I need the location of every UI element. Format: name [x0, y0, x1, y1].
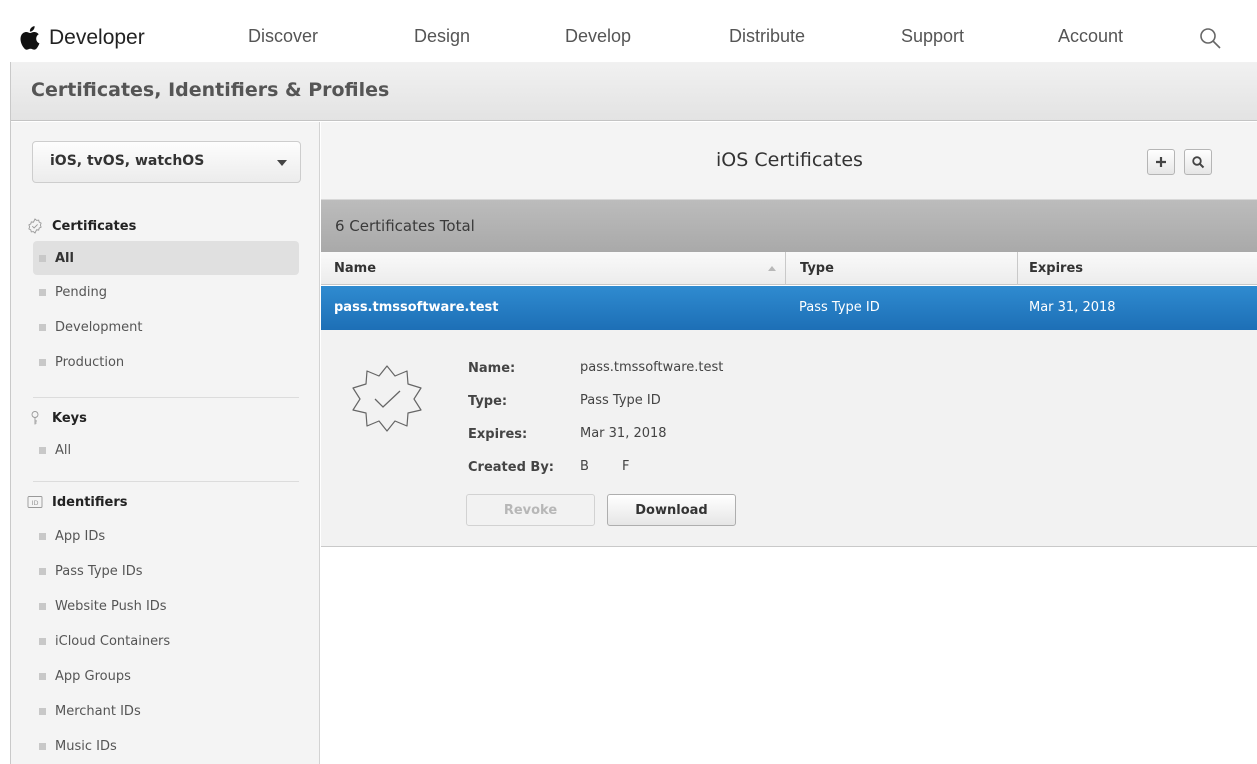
add-certificate-button[interactable]	[1147, 149, 1175, 175]
column-separator	[1017, 252, 1018, 285]
search-icon[interactable]	[1197, 25, 1223, 51]
brand-label: Developer	[49, 26, 145, 49]
sidebar-item-certificates-all[interactable]: All	[33, 241, 299, 275]
certificate-badge-icon	[352, 365, 422, 432]
detail-created-value: B F	[580, 459, 630, 474]
bullet	[39, 358, 46, 366]
sidebar-item-label: All	[55, 442, 72, 458]
bullet	[39, 254, 46, 262]
search-certificates-button[interactable]	[1184, 149, 1212, 175]
search-icon	[1192, 156, 1205, 169]
content-header: iOS Certificates	[321, 122, 1257, 200]
sidebar-item-development[interactable]: Development	[33, 310, 299, 344]
section-identifiers: ID Identifiers	[27, 492, 128, 512]
divider	[33, 397, 299, 398]
nav-distribute[interactable]: Distribute	[729, 26, 805, 47]
sidebar-item-label: Website Push IDs	[55, 598, 167, 614]
bullet	[39, 288, 46, 296]
column-type[interactable]: Type	[800, 252, 834, 285]
sidebar-item-app-groups[interactable]: App Groups	[33, 659, 299, 693]
row-name: pass.tmssoftware.test	[334, 300, 499, 315]
detail-expires-label: Expires:	[468, 427, 528, 442]
apple-logo-icon	[20, 26, 40, 50]
sidebar-item-pending[interactable]: Pending	[33, 275, 299, 309]
section-keys: Keys	[27, 408, 87, 428]
sidebar-item-label: Music IDs	[55, 738, 117, 754]
nav-design[interactable]: Design	[414, 26, 470, 47]
certificates-total: 6 Certificates Total	[335, 217, 475, 235]
sidebar-item-merchant-ids[interactable]: Merchant IDs	[33, 694, 299, 728]
certificate-icon	[28, 218, 42, 234]
column-separator	[785, 252, 786, 285]
content-title: iOS Certificates	[716, 149, 863, 171]
nav-develop[interactable]: Develop	[565, 26, 631, 47]
sidebar-item-app-ids[interactable]: App IDs	[33, 519, 299, 553]
bullet	[39, 707, 46, 715]
total-bar: 6 Certificates Total	[321, 200, 1257, 252]
bullet	[39, 672, 46, 680]
row-expires: Mar 31, 2018	[1029, 300, 1116, 315]
sidebar-item-label: Pass Type IDs	[55, 563, 143, 579]
main-content: iOS Certificates 6 Certificates Total Na…	[321, 122, 1257, 764]
sidebar-item-music-ids[interactable]: Music IDs	[33, 729, 299, 763]
detail-type-value: Pass Type ID	[580, 393, 661, 408]
detail-name-value: pass.tmssoftware.test	[580, 360, 724, 375]
sidebar: iOS, tvOS, watchOS Certificates All Pend…	[11, 122, 320, 764]
divider	[33, 481, 299, 482]
detail-created-label: Created By:	[468, 460, 554, 475]
download-button[interactable]: Download	[607, 494, 736, 526]
key-icon	[31, 411, 39, 425]
page-title: Certificates, Identifiers & Profiles	[31, 79, 390, 101]
sidebar-item-label: Production	[55, 354, 125, 370]
sidebar-item-label: All	[55, 250, 74, 266]
sidebar-item-label: Merchant IDs	[55, 703, 141, 719]
bullet	[39, 602, 46, 610]
bullet	[39, 742, 46, 750]
column-expires[interactable]: Expires	[1029, 252, 1083, 285]
sidebar-item-production[interactable]: Production	[33, 345, 299, 379]
bullet	[39, 532, 46, 540]
nav-account[interactable]: Account	[1058, 26, 1123, 47]
sidebar-item-label: App Groups	[55, 668, 131, 684]
row-type: Pass Type ID	[799, 300, 880, 315]
detail-type-label: Type:	[468, 394, 508, 409]
sidebar-item-keys-all[interactable]: All	[33, 433, 299, 467]
platform-select-value: iOS, tvOS, watchOS	[50, 153, 205, 169]
sidebar-item-icloud-containers[interactable]: iCloud Containers	[33, 624, 299, 658]
detail-name-label: Name:	[468, 361, 516, 376]
section-title: Identifiers	[52, 494, 128, 510]
table-row-selected[interactable]: pass.tmssoftware.test Pass Type ID Mar 3…	[321, 286, 1257, 330]
id-icon: ID	[27, 496, 43, 508]
svg-text:ID: ID	[32, 499, 39, 507]
sidebar-item-label: App IDs	[55, 528, 106, 544]
portal-header: Certificates, Identifiers & Profiles	[11, 62, 1257, 121]
sort-ascending-icon	[768, 266, 776, 271]
sidebar-item-label: iCloud Containers	[55, 633, 171, 649]
sidebar-item-label: Development	[55, 319, 143, 335]
detail-expires-value: Mar 31, 2018	[580, 426, 667, 441]
section-title: Certificates	[52, 218, 137, 234]
section-certificates: Certificates	[27, 216, 136, 236]
sidebar-item-pass-type-ids[interactable]: Pass Type IDs	[33, 554, 299, 588]
sidebar-item-website-push-ids[interactable]: Website Push IDs	[33, 589, 299, 623]
platform-select[interactable]: iOS, tvOS, watchOS	[32, 141, 301, 183]
nav-support[interactable]: Support	[901, 26, 964, 47]
bullet	[39, 567, 46, 575]
chevron-down-icon	[277, 160, 287, 166]
section-title: Keys	[52, 410, 87, 426]
bullet	[39, 637, 46, 645]
table-header: Name Type Expires	[321, 252, 1257, 285]
nav-discover[interactable]: Discover	[248, 26, 318, 47]
bullet	[39, 323, 46, 331]
bullet	[39, 446, 46, 454]
portal-frame: Certificates, Identifiers & Profiles iOS…	[10, 62, 1257, 764]
sidebar-item-label: Pending	[55, 284, 107, 300]
developer-brand[interactable]: Developer	[18, 20, 145, 56]
certificate-detail-panel: Name: pass.tmssoftware.test Type: Pass T…	[321, 330, 1257, 547]
revoke-button[interactable]: Revoke	[466, 494, 595, 526]
plus-icon	[1156, 157, 1166, 167]
column-name[interactable]: Name	[334, 252, 376, 285]
